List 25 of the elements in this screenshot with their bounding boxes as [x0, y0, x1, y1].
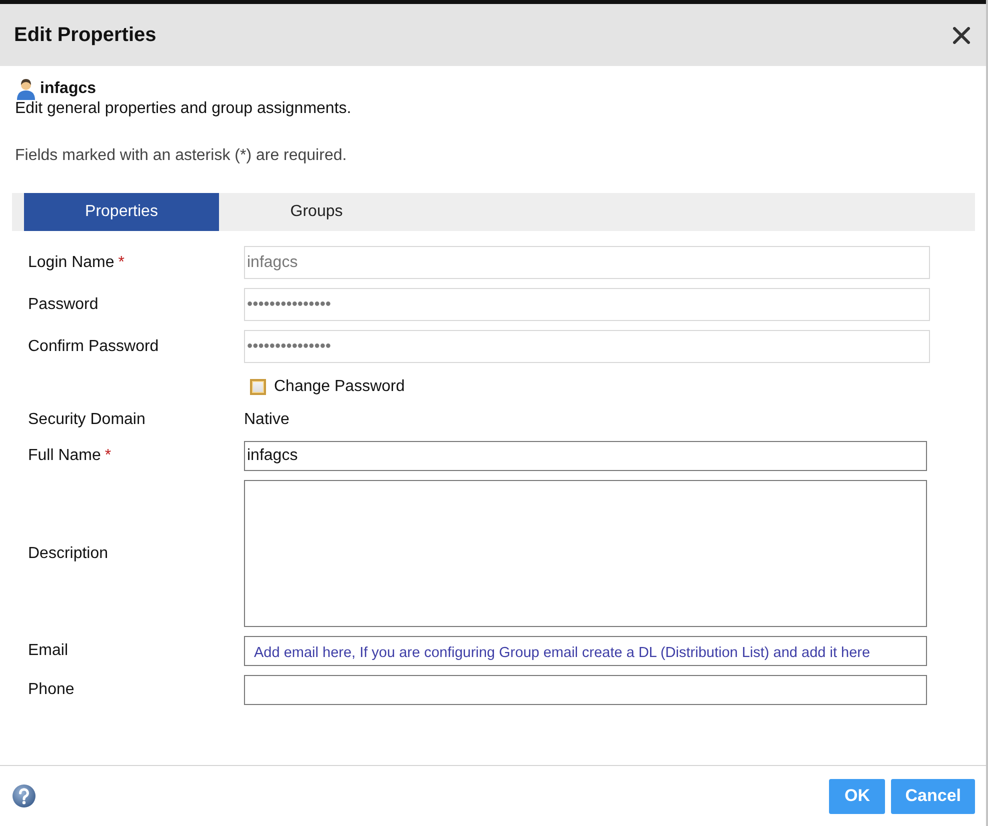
- input-field[interactable]: infagcs: [244, 441, 927, 471]
- textarea-field[interactable]: [244, 480, 927, 627]
- description-text: Edit general properties and group assignments.: [14, 100, 352, 118]
- required-mark: *: [118, 254, 125, 272]
- tab[interactable]: Groups: [219, 193, 414, 231]
- field-label: Description: [28, 544, 108, 562]
- field-label: Confirm Password: [28, 338, 159, 356]
- help-icon[interactable]: [12, 784, 36, 808]
- user-icon: [16, 78, 36, 100]
- input-field[interactable]: [244, 675, 927, 705]
- required-mark: *: [104, 447, 112, 465]
- field-label: Full Name: [28, 447, 101, 465]
- field-label: Login Name: [28, 254, 114, 272]
- user-name: infagcs: [40, 80, 96, 98]
- close-icon[interactable]: [953, 26, 970, 44]
- field-label: Phone: [28, 681, 74, 699]
- required-note: Fields marked with an asterisk (*) are required.: [14, 147, 348, 165]
- input-field[interactable]: Add email here, If you are configuring Group email create a DL (Distribution List) and add it here: [244, 636, 927, 666]
- dialog-title: Edit Properties: [14, 24, 156, 46]
- annotation-text: Add email here, If you are configuring Group email create a DL (Distribution List) and add it here: [253, 644, 870, 661]
- field-label: Password: [28, 296, 98, 314]
- field-label: Security Domain: [28, 411, 146, 429]
- field-label: Email: [28, 642, 68, 660]
- field-value: Native: [244, 411, 290, 429]
- tab[interactable]: Properties: [24, 193, 219, 231]
